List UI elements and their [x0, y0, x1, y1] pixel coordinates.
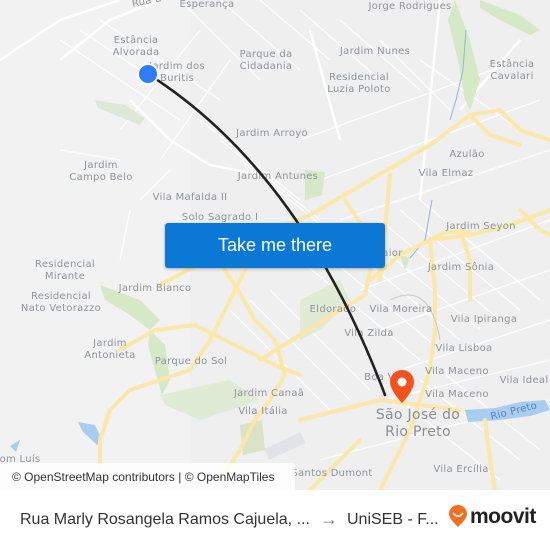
arrow-right-icon: → [320, 509, 338, 529]
map-attribution[interactable]: © OpenStreetMap contributors | © OpenMap… [0, 463, 295, 490]
origin-name: Rua Marly Rosangela Ramos Cajuela, ... [20, 511, 310, 528]
take-me-there-button[interactable]: Take me there [165, 223, 385, 268]
moovit-logo[interactable]: moovit [448, 505, 536, 529]
map[interactable]: Rua E Esperança Jorge Rodrigues Estância… [0, 0, 550, 490]
moovit-wordmark: moovit [470, 505, 536, 528]
destination-pin-icon[interactable] [390, 370, 414, 403]
destination-name: UniSEB - F... [347, 511, 439, 528]
origin-marker[interactable] [137, 63, 159, 85]
moovit-pin-icon [449, 505, 467, 527]
footer: Rua Marly Rosangela Ramos Cajuela, ... →… [0, 490, 550, 550]
